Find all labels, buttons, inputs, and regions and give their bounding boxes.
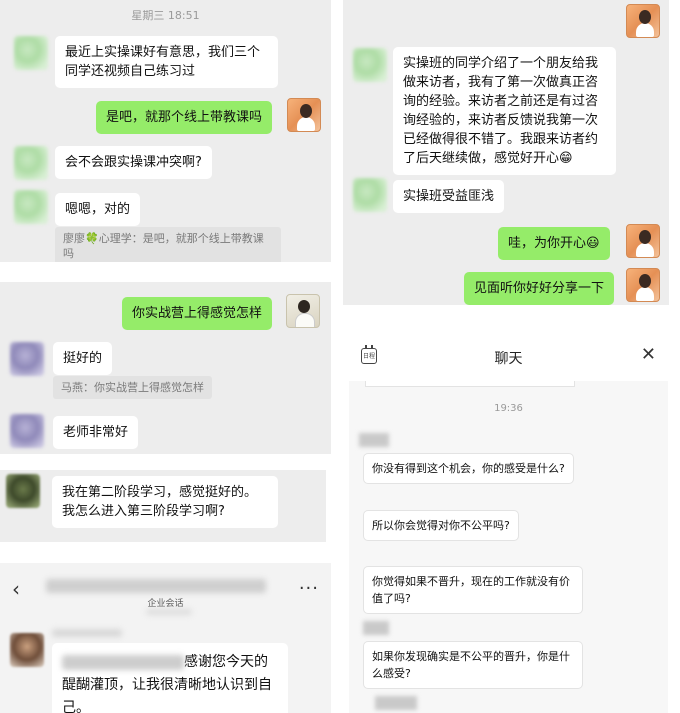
message-bubble[interactable]: 实操班的同学介绍了一个朋友给我做来访者，我有了第一次做真正咨询的经验。来访者之前…	[393, 47, 616, 175]
blurred-chat-title	[46, 579, 266, 593]
message-bubble[interactable]: 嗯嗯，对的	[55, 193, 141, 226]
blurred-sender	[359, 433, 389, 447]
timestamp: 星期三 18:51	[131, 9, 200, 22]
previous-message-edge	[365, 381, 575, 387]
message-bubble-self[interactable]: 是吧，就那个线上带教课吗	[96, 101, 273, 134]
message-bubble[interactable]: 实操班受益匪浅	[393, 180, 505, 213]
message-bubble-self[interactable]: 你实战营上得感觉怎样	[122, 297, 273, 330]
avatar-self[interactable]	[626, 224, 660, 258]
avatar[interactable]	[14, 36, 48, 70]
message-bubble[interactable]: 会不会跟实操课冲突啊?	[55, 146, 212, 179]
chat-title: 聊天	[494, 351, 523, 367]
message-bubble-self[interactable]: 见面听你好好分享一下	[464, 272, 615, 305]
chat-panel-4: ‹ ··· 企业会话 感谢您今天的醍醐灌顶，让我很清晰地认识到自己。	[0, 563, 331, 713]
blurred-sender	[363, 621, 389, 635]
message-bubble[interactable]: 所以你会觉得对你不公平吗?	[363, 510, 519, 541]
message-bubble[interactable]: 如果你发现确实是不公平的晋升，你是什么感受?	[363, 641, 583, 689]
message-bubble[interactable]: 最近上实操课好有意思，我们三个同学还视频自己练习过	[55, 36, 278, 88]
chat-panel-5: 实操班的同学介绍了一个朋友给我做来访者，我有了第一次做真正咨询的经验。来访者之前…	[343, 0, 669, 305]
avatar[interactable]	[353, 48, 387, 82]
message-line: 我在第二阶段学习，感觉挺好的。	[62, 485, 258, 500]
avatar[interactable]	[6, 474, 40, 508]
blurred-mention	[62, 654, 184, 670]
message-bubble[interactable]: 我在第二阶段学习，感觉挺好的。 我怎么进入第三阶段学习啊?	[52, 476, 278, 528]
message-bubble[interactable]: 你没有得到这个机会，你的感受是什么?	[363, 453, 574, 484]
quoted-message[interactable]: 马燕：你实战营上得感觉怎样	[53, 376, 212, 399]
message-bubble[interactable]: 挺好的	[53, 342, 113, 375]
message-bubble[interactable]: 老师非常好	[53, 416, 139, 449]
avatar[interactable]	[14, 146, 48, 180]
header-subtitle: 企业会话	[147, 599, 184, 609]
message-bubble-self[interactable]: 哇，为你开心😃	[498, 227, 610, 260]
message-bubble[interactable]: 你觉得如果不晋升，现在的工作就没有价值了吗?	[363, 566, 583, 614]
quoted-message[interactable]: 廖廖🍀心理学：是吧，就那个线上带教课吗	[55, 227, 281, 262]
blurred-time	[146, 609, 192, 615]
chat-header: 日程 聊天 ✕	[349, 333, 668, 381]
chat-panel-1: 星期三 18:51 最近上实操课好有意思，我们三个同学还视频自己练习过 是吧，就…	[0, 0, 331, 262]
avatar[interactable]	[10, 633, 44, 667]
avatar[interactable]	[14, 190, 48, 224]
avatar-self[interactable]	[626, 4, 660, 38]
avatar[interactable]	[353, 178, 387, 212]
avatar[interactable]	[10, 342, 44, 376]
timestamp: 19:36	[494, 403, 523, 414]
avatar-self[interactable]	[626, 268, 660, 302]
chat-panel-2: 你实战营上得感觉怎样 挺好的 马燕：你实战营上得感觉怎样 老师非常好	[0, 282, 331, 454]
avatar[interactable]	[10, 414, 44, 448]
avatar-self[interactable]	[287, 98, 321, 132]
chat-panel-6: 日程 聊天 ✕ 19:36 你没有得到这个机会，你的感受是什么? 所以你会觉得对…	[349, 333, 668, 713]
close-icon[interactable]: ✕	[641, 345, 656, 365]
chat-panel-3: 我在第二阶段学习，感觉挺好的。 我怎么进入第三阶段学习啊?	[0, 470, 326, 542]
avatar-self[interactable]	[286, 294, 320, 328]
blurred-sender-name	[52, 629, 122, 637]
blurred-sender	[375, 696, 417, 710]
message-line: 我怎么进入第三阶段学习啊?	[62, 504, 225, 519]
message-bubble[interactable]: 感谢您今天的醍醐灌顶，让我很清晰地认识到自己。	[52, 643, 288, 713]
